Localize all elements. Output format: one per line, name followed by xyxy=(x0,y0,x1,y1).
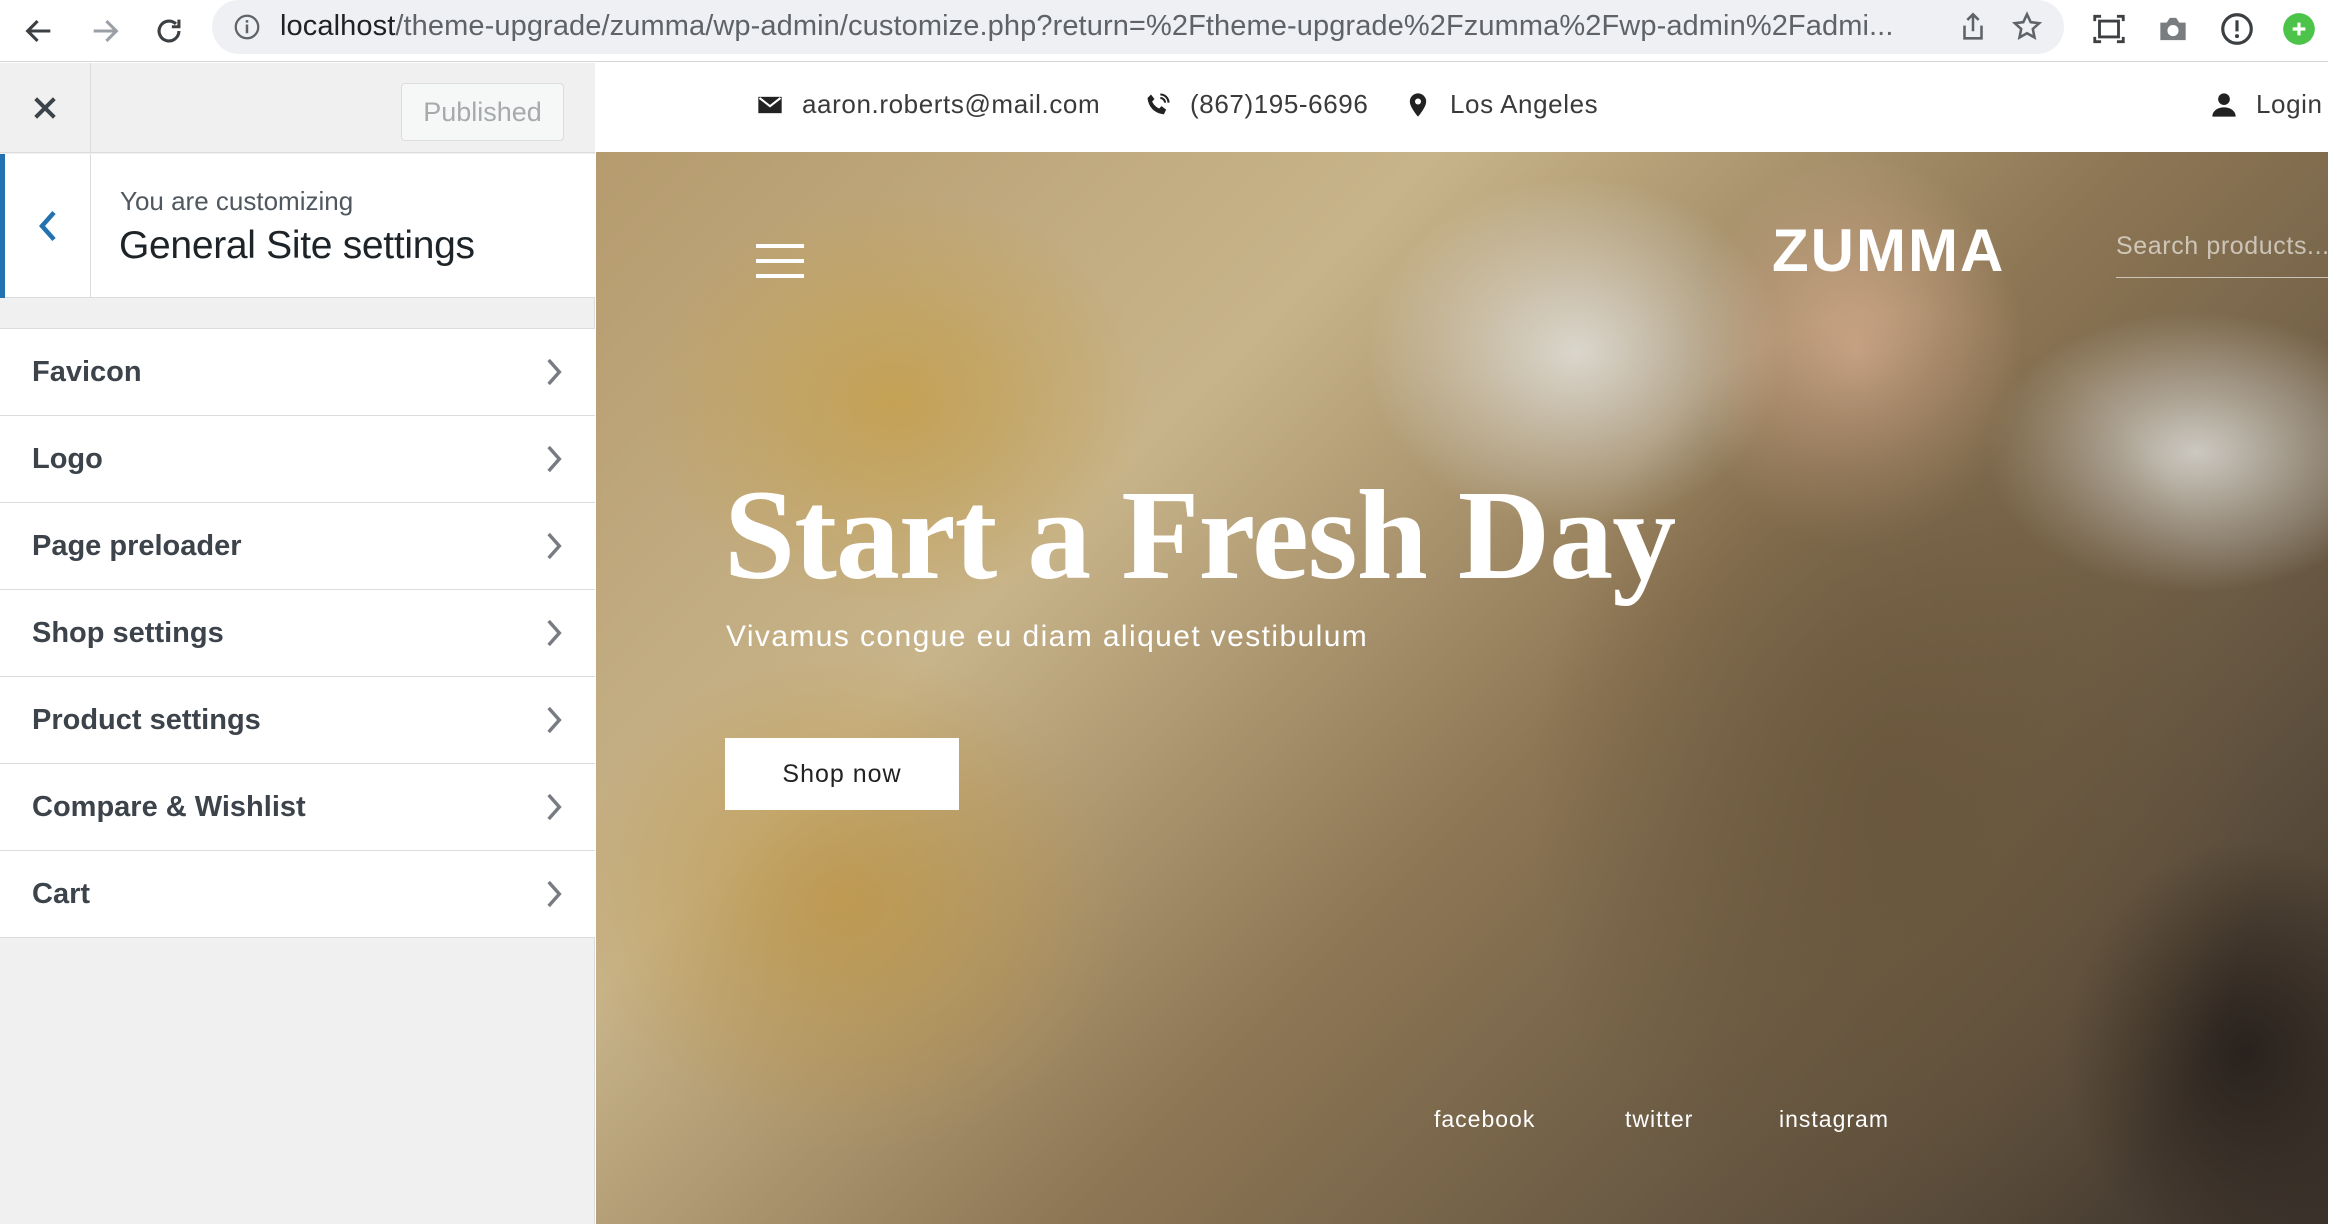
back-button[interactable] xyxy=(0,154,91,298)
address-bar[interactable]: localhost/theme-upgrade/zumma/wp-admin/c… xyxy=(212,0,2064,54)
phone-icon xyxy=(1147,92,1170,114)
site-logo[interactable]: ZUMMA xyxy=(1772,216,2005,285)
back-arrow-icon[interactable] xyxy=(14,6,64,56)
section-menu: Favicon Logo Page preloader Shop setting… xyxy=(0,328,595,938)
map-pin-icon xyxy=(1409,92,1427,117)
chevron-right-icon xyxy=(547,880,562,908)
social-link-facebook[interactable]: facebook xyxy=(1434,1106,1535,1133)
menu-item-logo[interactable]: Logo xyxy=(0,415,595,503)
menu-item-label: Shop settings xyxy=(32,616,224,649)
hero-subtitle: Vivamus congue eu diam aliquet vestibulu… xyxy=(726,620,1369,653)
search-placeholder: Search products... xyxy=(2116,232,2328,260)
mail-icon xyxy=(758,96,782,113)
site-topbar: aaron.roberts@mail.com (867)195-6696 Los… xyxy=(596,63,2328,152)
contact-phone[interactable]: (867)195-6696 xyxy=(1144,89,1368,120)
menu-item-shop-settings[interactable]: Shop settings xyxy=(0,589,595,677)
chevron-right-icon xyxy=(547,445,562,473)
menu-item-label: Compare & Wishlist xyxy=(32,790,306,823)
extension-icon[interactable] xyxy=(2280,10,2318,48)
menu-item-label: Logo xyxy=(32,442,103,475)
menu-item-page-preloader[interactable]: Page preloader xyxy=(0,502,595,590)
phone-text: (867)195-6696 xyxy=(1190,89,1369,119)
hero-title: Start a Fresh Day xyxy=(724,464,1676,606)
email-text: aaron.roberts@mail.com xyxy=(802,89,1101,119)
menu-item-label: Product settings xyxy=(32,703,261,736)
menu-item-label: Page preloader xyxy=(32,529,242,562)
url-text[interactable]: localhost/theme-upgrade/zumma/wp-admin/c… xyxy=(280,10,1980,43)
reload-icon[interactable] xyxy=(144,6,194,56)
chevron-right-icon xyxy=(547,532,562,560)
menu-item-product-settings[interactable]: Product settings xyxy=(0,676,595,764)
forward-arrow-icon[interactable] xyxy=(80,6,130,56)
menu-item-label: Cart xyxy=(32,877,91,910)
section-header: You are customizing General Site setting… xyxy=(0,154,595,298)
bookmark-star-icon[interactable] xyxy=(2010,10,2044,44)
menu-item-compare-wishlist[interactable]: Compare & Wishlist xyxy=(0,763,595,851)
contact-email[interactable]: aaron.roberts@mail.com xyxy=(756,89,1100,120)
login-link[interactable]: Login xyxy=(2210,89,2323,120)
product-search-input[interactable]: Search products... xyxy=(2116,232,2328,278)
chevron-right-icon xyxy=(547,793,562,821)
site-preview: aaron.roberts@mail.com (867)195-6696 Los… xyxy=(596,63,2328,1224)
site-info-icon[interactable] xyxy=(232,12,262,42)
share-icon[interactable] xyxy=(1956,10,1990,44)
menu-item-favicon[interactable]: Favicon xyxy=(0,328,595,416)
close-icon xyxy=(34,97,56,119)
screen-capture-icon[interactable] xyxy=(2090,10,2128,48)
chevron-right-icon xyxy=(547,619,562,647)
menu-item-label: Favicon xyxy=(32,355,142,388)
hero-banner: ZUMMA Search products... Start a Fresh D… xyxy=(596,152,2328,1224)
publish-button[interactable]: Published xyxy=(401,83,564,141)
menu-item-cart[interactable]: Cart xyxy=(0,850,595,938)
user-icon xyxy=(2212,92,2236,117)
chevron-right-icon xyxy=(547,706,562,734)
login-text: Login xyxy=(2256,89,2323,119)
close-customizer-button[interactable] xyxy=(0,63,91,153)
customizer-panel: Published You are customizing General Si… xyxy=(0,63,595,1224)
contact-location[interactable]: Los Angeles xyxy=(1404,89,1598,120)
hamburger-menu-icon[interactable] xyxy=(756,244,804,278)
browser-toolbar: localhost/theme-upgrade/zumma/wp-admin/c… xyxy=(0,0,2328,62)
camera-icon[interactable] xyxy=(2154,10,2192,48)
shop-now-button[interactable]: Shop now xyxy=(725,738,959,810)
social-link-instagram[interactable]: instagram xyxy=(1779,1106,1889,1133)
password-manager-icon[interactable] xyxy=(2218,10,2256,48)
social-link-twitter[interactable]: twitter xyxy=(1625,1106,1693,1133)
section-title: General Site settings xyxy=(119,224,475,267)
chevron-right-icon xyxy=(547,358,562,386)
customizer-header: Published xyxy=(0,63,595,153)
chevron-left-icon xyxy=(38,211,56,241)
customizing-label: You are customizing xyxy=(120,186,354,216)
location-text: Los Angeles xyxy=(1450,89,1599,119)
